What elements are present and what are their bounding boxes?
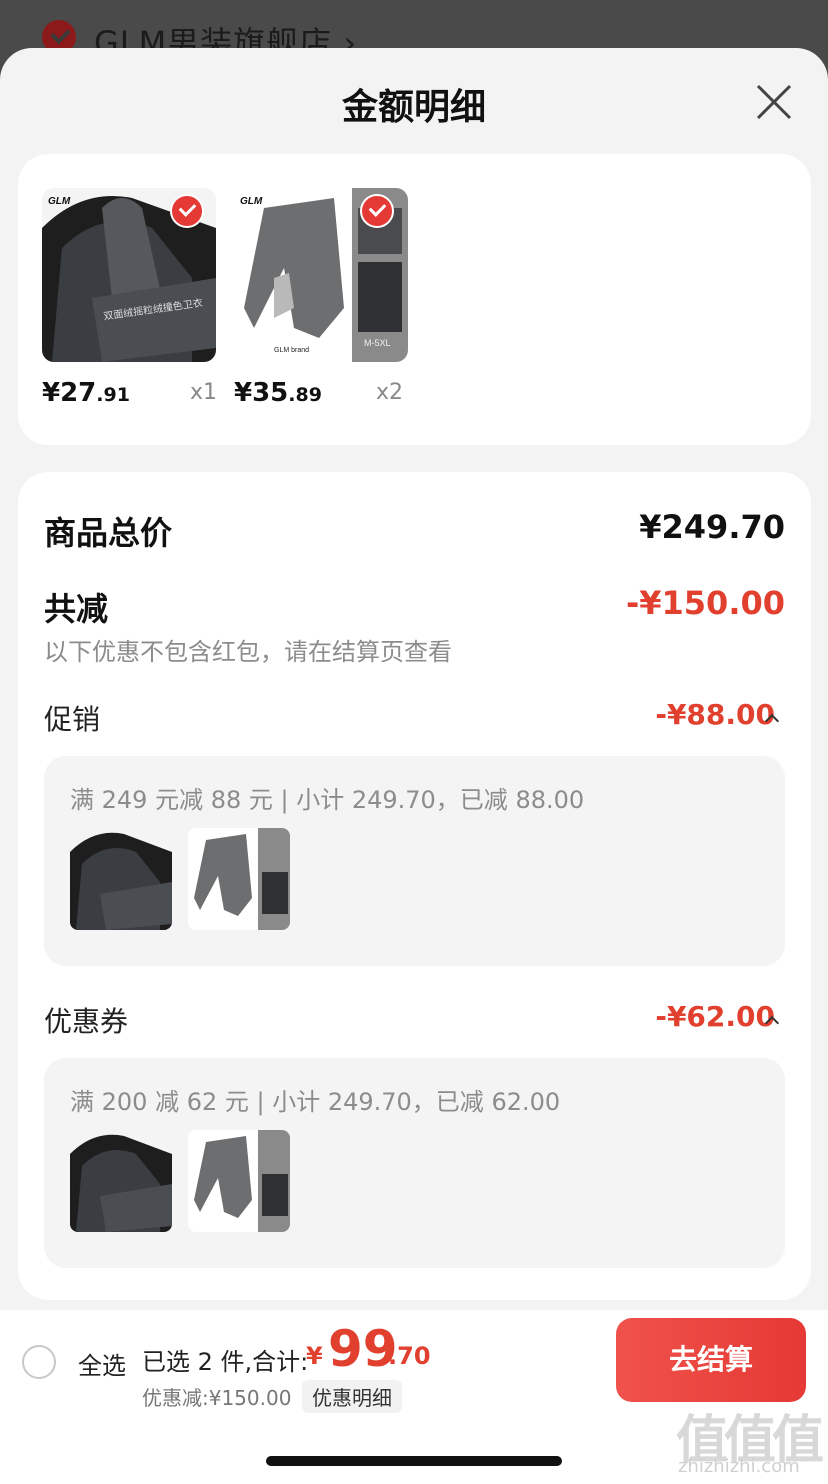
product-price: ¥35.89 — [234, 378, 322, 408]
total-price-value: ¥249.70 — [639, 508, 785, 546]
svg-text:GLM: GLM — [240, 196, 263, 207]
product-thumb-pants — [188, 828, 290, 930]
product-thumb-sweater — [70, 828, 172, 930]
selected-check-icon[interactable] — [170, 194, 204, 228]
coupon-label: 优惠券 — [44, 1005, 129, 1038]
selected-check-icon[interactable] — [360, 194, 394, 228]
svg-text:GLM: GLM — [48, 196, 71, 207]
promotion-label: 促销 — [44, 703, 101, 736]
products-card: GLM 双面绒摇粒绒撞色卫衣 ¥27.91 x1 GLM GLM brand M… — [18, 154, 811, 445]
promotion-value: -¥88.00 — [655, 698, 775, 731]
promotion-detail-text: 满 249 元减 88 元 | 小计 249.70，已减 88.00 — [70, 786, 585, 814]
coupon-detail-box: 满 200 减 62 元 | 小计 249.70，已减 62.00 — [44, 1058, 785, 1268]
watermark-url: zhizhizhi.com — [678, 1456, 800, 1477]
total-currency: ¥ — [306, 1342, 323, 1370]
redpacket-hint: 以下优惠不包含红包，请在结算页查看 — [44, 638, 452, 666]
total-price-label: 商品总价 — [44, 514, 173, 552]
product-thumb-sweater — [70, 1130, 172, 1232]
close-icon[interactable] — [754, 82, 794, 122]
coupon-detail-text: 满 200 减 62 元 | 小计 249.70，已减 62.00 — [70, 1088, 561, 1116]
product-qty: x1 — [190, 380, 218, 405]
discount-summary: 优惠减:¥150.00 — [142, 1386, 292, 1410]
product-price: ¥27.91 — [42, 378, 130, 408]
checkout-button[interactable]: 去结算 — [616, 1318, 806, 1402]
select-all-label[interactable]: 全选 — [78, 1346, 126, 1381]
promotion-detail-box: 满 249 元减 88 元 | 小计 249.70，已减 88.00 — [44, 756, 785, 966]
checkout-bar: 全选 已选 2 件,合计: ¥ 99 .70 优惠减:¥150.00 优惠明细 … — [0, 1310, 828, 1484]
sheet-title: 金额明细 — [341, 87, 486, 128]
amount-detail-sheet: 金额明细 GLM 双面绒摇粒绒撞色卫衣 ¥27.91 x1 GLM GLM br… — [0, 48, 828, 1484]
total-amount-dec: .70 — [388, 1342, 431, 1370]
discount-detail-link[interactable]: 优惠明细 — [302, 1380, 402, 1413]
reduce-label: 共减 — [44, 590, 109, 628]
product-thumb-pants — [188, 1130, 290, 1232]
coupon-value: -¥62.00 — [655, 1000, 775, 1033]
svg-text:M-5XL: M-5XL — [364, 338, 391, 348]
reduce-value: -¥150.00 — [625, 584, 785, 622]
home-indicator — [266, 1456, 562, 1466]
svg-text:GLM brand: GLM brand — [274, 347, 309, 354]
selected-summary: 已选 2 件,合计: — [142, 1348, 309, 1376]
amount-breakdown-card: 商品总价 ¥249.70 共减 -¥150.00 以下优惠不包含红包，请在结算页… — [18, 472, 811, 1300]
select-all-radio[interactable] — [22, 1345, 56, 1379]
product-qty: x2 — [376, 380, 404, 405]
